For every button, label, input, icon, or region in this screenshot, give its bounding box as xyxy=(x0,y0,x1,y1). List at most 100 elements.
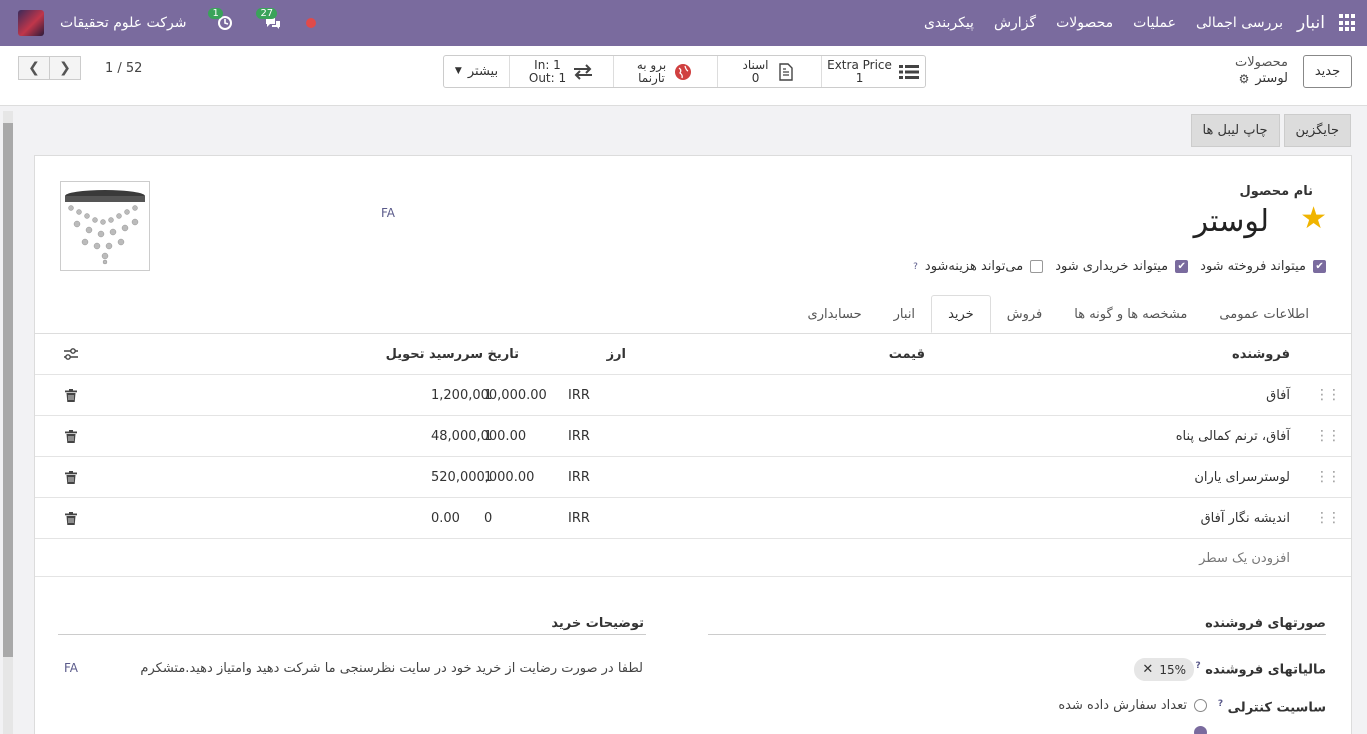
activity-badge: 1 xyxy=(208,8,223,19)
menu-configuration[interactable]: پیکربندی xyxy=(924,15,974,31)
apps-grid-icon[interactable] xyxy=(1337,14,1355,32)
go-to-website-button[interactable]: برو به تارنما xyxy=(613,56,717,87)
tab-inventory[interactable]: انبار xyxy=(878,295,931,333)
avatar[interactable] xyxy=(18,10,44,36)
messages-icon[interactable]: 27 xyxy=(256,8,284,34)
smart-buttons: Extra Price 1 اسناد 0 برو به تارنما In: 1 Ou… xyxy=(443,55,926,88)
trash-icon[interactable] xyxy=(65,375,77,415)
replenish-button[interactable]: جایگزین xyxy=(1283,114,1351,147)
help-icon[interactable]: ? xyxy=(1218,699,1223,709)
trash-icon[interactable] xyxy=(65,416,77,456)
transfer-icon xyxy=(572,63,594,81)
menu-operations[interactable]: عملیات xyxy=(1133,15,1176,31)
out-label: Out: 1 xyxy=(528,70,567,85)
tax-tag-label: 15% xyxy=(1159,662,1186,677)
delivery-cell[interactable]: 1 xyxy=(484,416,492,456)
table-row[interactable]: ⋮⋮ اندیشه نگار آفاق 0.00 IRR 0 xyxy=(35,498,1351,539)
currency-cell[interactable]: IRR xyxy=(568,457,590,497)
control-policy-received-radio[interactable] xyxy=(1194,726,1207,734)
scrollbar-thumb[interactable] xyxy=(3,123,13,657)
radio-unchecked-icon[interactable] xyxy=(1194,699,1207,712)
checkbox-checked-icon[interactable]: ✔ xyxy=(1175,260,1189,273)
table-row[interactable]: ⋮⋮ لوسترسرای یاران 520,000,000.00 IRR 1 xyxy=(35,457,1351,498)
product-name-language-button[interactable]: FA xyxy=(381,206,395,220)
can-be-sold-checkbox[interactable]: ✔ میتواند فروخته شود xyxy=(1200,259,1326,274)
tab-accounting[interactable]: حسابداری xyxy=(792,295,878,333)
price-cell[interactable]: 0.00 xyxy=(431,498,460,538)
messages-badge: 27 xyxy=(256,8,278,19)
more-button[interactable]: بیشتر ▼ xyxy=(444,56,509,87)
vendor-cell[interactable]: آفاق xyxy=(1266,375,1290,415)
vendor-cell[interactable]: آفاق، ترنم کمالی پناه xyxy=(1176,416,1290,456)
control-policy-label: ساسیت کنترلی ? xyxy=(1218,699,1326,715)
column-vendor[interactable]: فروشنده xyxy=(1232,334,1290,374)
in-out-button[interactable]: In: 1 Out: 1 xyxy=(509,56,613,87)
price-cell[interactable]: 48,000,000.00 xyxy=(431,416,526,456)
price-cell[interactable]: 520,000,000.00 xyxy=(431,457,534,497)
tab-sales[interactable]: فروش xyxy=(991,295,1059,333)
remove-tag-icon[interactable]: ✕ xyxy=(1142,662,1153,677)
purchase-description-field[interactable]: لطفا در صورت رضایت از خرید خود در سایت ن… xyxy=(117,661,643,676)
column-delivery-lead-time[interactable]: تاریخ سررسید تحویل xyxy=(386,334,519,374)
table-header: فروشنده قیمت ارز تاریخ سررسید تحویل xyxy=(35,334,1351,375)
tab-attributes-variants[interactable]: مشخصه ها و گونه ها xyxy=(1058,295,1203,333)
documents-button[interactable]: اسناد 0 xyxy=(717,56,821,87)
drag-handle-icon[interactable]: ⋮⋮ xyxy=(1315,375,1341,415)
menu-products[interactable]: محصولات xyxy=(1056,15,1113,31)
checkbox-unchecked-icon[interactable] xyxy=(1030,260,1044,273)
print-labels-button[interactable]: چاپ لیبل ها xyxy=(1190,114,1280,147)
column-price[interactable]: قیمت xyxy=(889,334,925,374)
currency-cell[interactable]: IRR xyxy=(568,375,590,415)
checkbox-checked-icon[interactable]: ✔ xyxy=(1313,260,1326,273)
can-be-expensed-checkbox[interactable]: می‌تواند هزینه‌شود ? xyxy=(913,259,1044,274)
pager-next-button[interactable]: ❯ xyxy=(49,56,81,80)
control-policy-ordered-radio[interactable]: تعداد سفارش داده شده xyxy=(1058,698,1207,713)
radio-checked-icon[interactable] xyxy=(1194,726,1207,734)
drag-handle-icon[interactable]: ⋮⋮ xyxy=(1315,416,1341,456)
table-row[interactable]: ⋮⋮ آفاق 1,200,000,000.00 IRR 1 xyxy=(35,375,1351,416)
trash-icon[interactable] xyxy=(65,457,77,497)
gear-icon[interactable]: ⚙ xyxy=(1239,71,1250,87)
drag-handle-icon[interactable]: ⋮⋮ xyxy=(1315,457,1341,497)
list-icon xyxy=(898,63,920,81)
delivery-cell[interactable]: 0 xyxy=(484,498,492,538)
can-be-purchased-checkbox[interactable]: ✔ میتواند خریداری شود xyxy=(1055,259,1189,274)
product-image[interactable] xyxy=(60,181,150,271)
menu-reporting[interactable]: گزارش xyxy=(994,15,1036,31)
tab-general-information[interactable]: اطلاعات عمومی xyxy=(1203,295,1325,333)
currency-cell[interactable]: IRR xyxy=(568,416,590,456)
delivery-cell[interactable]: 1 xyxy=(484,375,492,415)
main-menu: انبار بررسی اجمالی عملیات محصولات گزارش … xyxy=(904,0,1355,46)
trash-icon[interactable] xyxy=(65,498,77,538)
app-name[interactable]: انبار xyxy=(1297,13,1325,33)
vendor-cell[interactable]: لوسترسرای یاران xyxy=(1194,457,1290,497)
star-icon[interactable]: ★ xyxy=(1300,204,1327,234)
purchase-description-language-button[interactable]: FA xyxy=(64,661,78,675)
extra-price-button[interactable]: Extra Price 1 xyxy=(821,56,925,87)
menu-overview[interactable]: بررسی اجمالی xyxy=(1196,15,1283,31)
add-line-link[interactable]: افزودن یک سطر xyxy=(1199,539,1290,577)
delivery-cell[interactable]: 1 xyxy=(484,457,492,497)
pager-value[interactable]: 1 / 52 xyxy=(105,61,142,76)
pager-previous-button[interactable]: ❮ xyxy=(18,56,50,80)
pager: ❮ ❯ 1 / 52 xyxy=(18,56,142,80)
currency-cell[interactable]: IRR xyxy=(568,498,590,538)
tab-purchase[interactable]: خرید xyxy=(931,295,991,333)
vendor-cell[interactable]: اندیشه نگار آفاق xyxy=(1201,498,1290,538)
company-switcher[interactable]: شرکت علوم تحقیقات xyxy=(60,15,186,31)
help-icon[interactable]: ? xyxy=(913,262,918,272)
breadcrumb-parent[interactable]: محصولات xyxy=(1235,55,1288,71)
column-currency[interactable]: ارز xyxy=(607,334,626,374)
activity-icon[interactable]: 1 xyxy=(208,8,236,34)
control-policy-text: ساسیت کنترلی xyxy=(1227,700,1326,716)
in-label: In: 1 xyxy=(534,57,561,72)
form-sheet: FA نام محصول ★ لوستر ✔ میتواند فروخته شو… xyxy=(34,155,1352,734)
help-icon[interactable]: ? xyxy=(1195,661,1200,671)
drag-handle-icon[interactable]: ⋮⋮ xyxy=(1315,498,1341,538)
table-row[interactable]: ⋮⋮ آفاق، ترنم کمالی پناه 48,000,000.00 I… xyxy=(35,416,1351,457)
tax-tag[interactable]: 15% ✕ xyxy=(1134,658,1194,681)
new-button[interactable]: جدید xyxy=(1303,55,1352,88)
scrollbar[interactable] xyxy=(3,111,13,734)
product-name-field[interactable]: لوستر xyxy=(1194,204,1269,239)
optional-columns-icon[interactable] xyxy=(63,334,79,374)
